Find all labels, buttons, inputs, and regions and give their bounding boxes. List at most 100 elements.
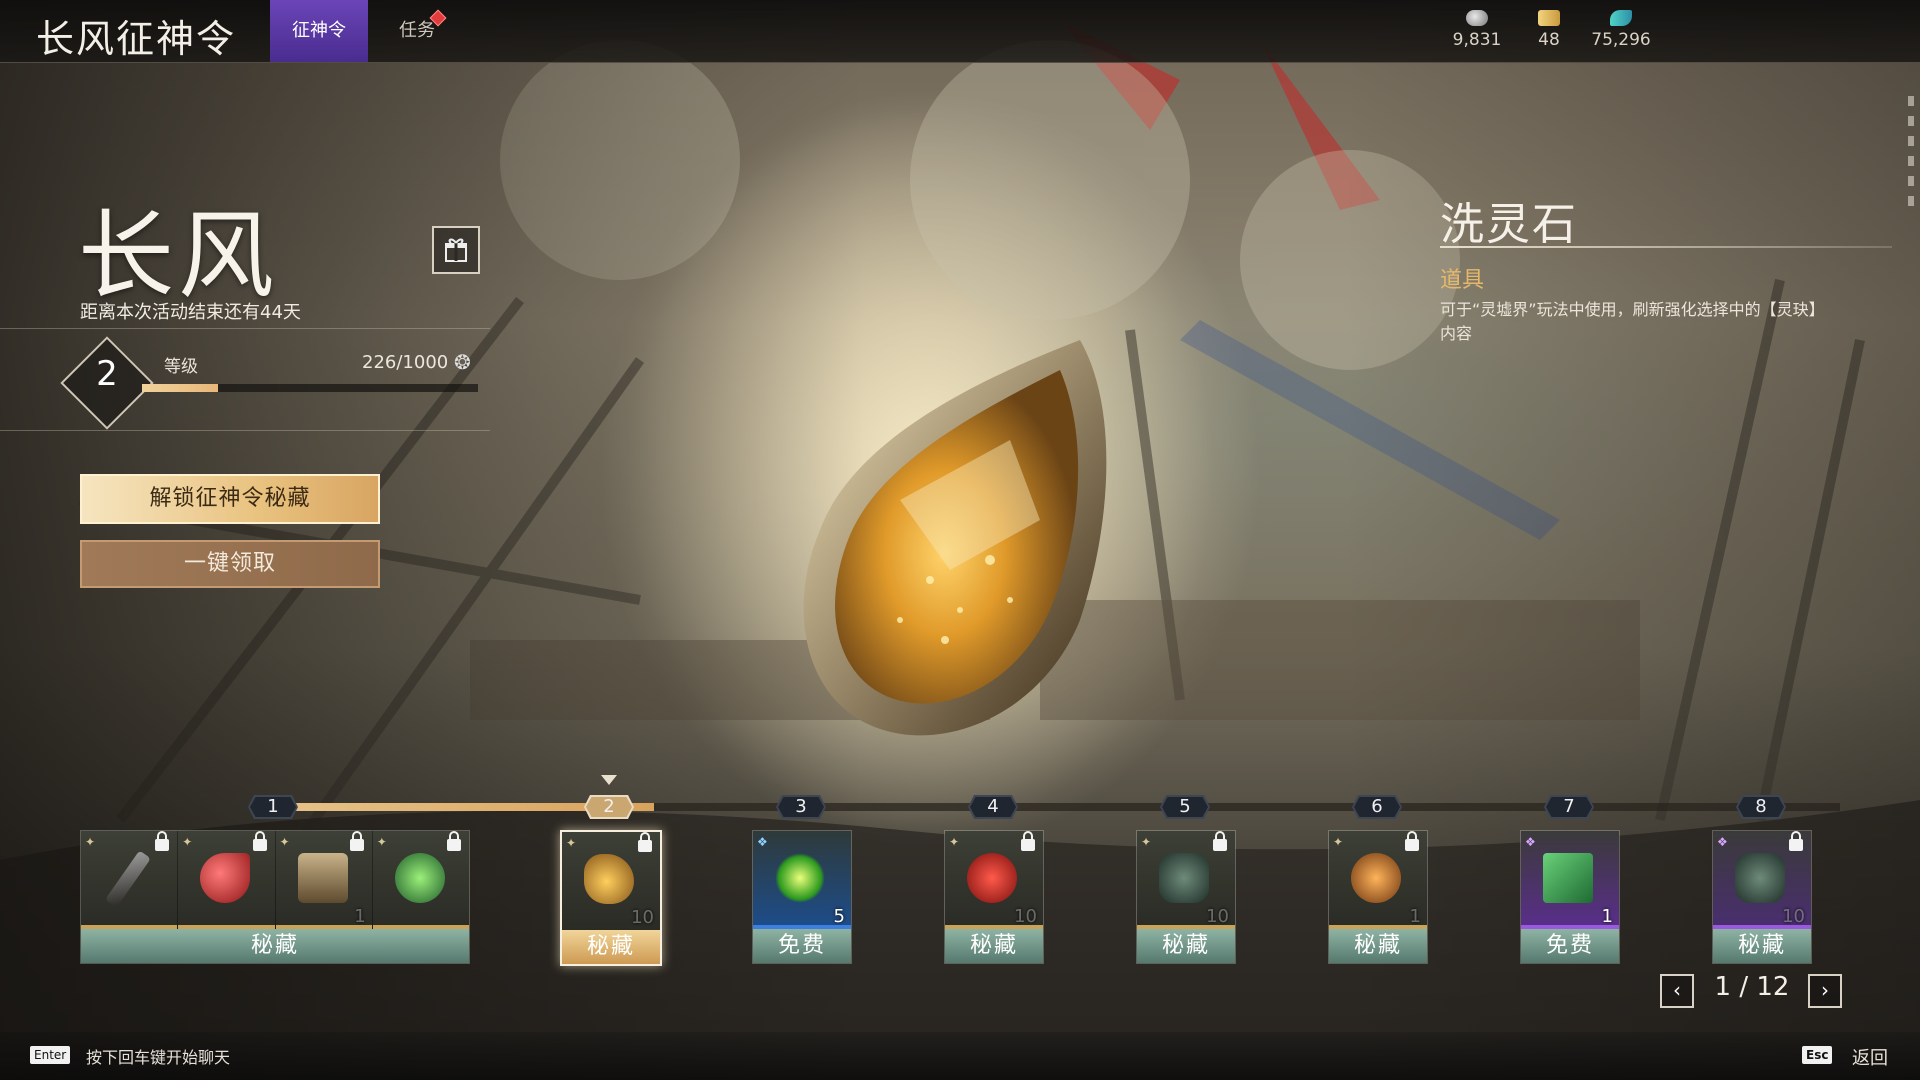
back-button[interactable]: 返回 (1852, 1044, 1888, 1070)
reward-item[interactable]: ❖ 10 (1713, 831, 1811, 929)
reward-item[interactable]: ✦ 10 (1137, 831, 1235, 929)
reward-slot[interactable]: ✦ 1 秘藏 (1328, 830, 1428, 964)
scroll-indicator[interactable] (1908, 96, 1914, 216)
lock-icon (447, 831, 461, 851)
premium-corner-icon: ✦ (1141, 835, 1152, 849)
level-number: 2 (96, 354, 118, 394)
premium-corner-icon: ✦ (182, 835, 193, 849)
currency-value: 75,296 (1591, 30, 1651, 50)
reward-slot[interactable]: ✦ 10 秘藏 (1136, 830, 1236, 964)
tab-tasks[interactable]: 任务 (392, 0, 442, 62)
enter-key-icon: Enter (30, 1046, 71, 1064)
divider (0, 328, 490, 329)
red-orb-icon (967, 853, 1017, 903)
divider (0, 430, 490, 431)
reward-item[interactable]: ✦ (81, 831, 179, 929)
event-countdown: 距离本次活动结束还有44天 (80, 302, 301, 323)
lock-icon (1021, 831, 1035, 851)
reward-item[interactable]: ✦ (372, 831, 469, 929)
item-type: 道具 (1440, 268, 1485, 293)
level-badge: 6 (1352, 795, 1402, 819)
level-badge: 8 (1736, 795, 1786, 819)
next-page-button[interactable]: › (1808, 974, 1842, 1008)
top-bar: 长风征神令 征神令 任务 9,831 48 75,296 (0, 0, 1920, 63)
page-indicator: 1 / 12 (1714, 972, 1790, 1002)
lock-icon (1405, 831, 1419, 851)
premium-corner-icon: ✦ (85, 835, 96, 849)
reward-tier-label: 秘藏 (1137, 929, 1235, 963)
featured-item-art (803, 340, 1107, 736)
item-quantity: 1 (1601, 906, 1613, 927)
reward-slot-selected[interactable]: ✦ 10 秘藏 (560, 830, 662, 966)
item-quantity: 1 (354, 906, 366, 927)
page-title: 长风征神令 (36, 17, 237, 61)
premium-corner-icon: ✦ (566, 836, 577, 850)
lock-icon (252, 831, 267, 851)
weapon-icon (105, 850, 151, 908)
reward-item[interactable]: ✦ 1 (275, 831, 373, 929)
currency-spirit-orb[interactable]: 9,831 (1442, 10, 1512, 50)
reward-item[interactable]: ❖ 5 (753, 831, 851, 929)
pass-name: 长风 (78, 200, 278, 312)
level-badge: 3 (776, 795, 826, 819)
level-badge: 7 (1544, 795, 1594, 819)
item-name-underline (1440, 246, 1892, 248)
lock-icon (155, 831, 170, 851)
xp-counter: 226/1000 (362, 352, 449, 373)
chevron-left-icon: ‹ (1673, 978, 1681, 1002)
currency-value: 48 (1538, 30, 1560, 50)
item-quantity: 10 (631, 907, 654, 928)
esc-key-icon: Esc (1802, 1046, 1833, 1064)
lock-icon (349, 831, 364, 851)
reward-item[interactable]: ✦ (178, 831, 276, 929)
item-quantity: 10 (1014, 906, 1037, 927)
chevron-right-icon: › (1821, 978, 1829, 1002)
lock-icon (1213, 831, 1227, 851)
gift-icon (445, 238, 467, 262)
item-quantity: 10 (1782, 906, 1805, 927)
dice-gem-icon (1735, 853, 1785, 903)
level-badge-current: 2 (584, 795, 634, 819)
xp-progress-fill (142, 384, 218, 392)
red-scale-icon (200, 853, 251, 903)
green-plant-icon (394, 853, 445, 903)
lock-icon (1789, 831, 1803, 851)
ticket-icon (1538, 10, 1560, 26)
reward-item[interactable]: ✦ 10 (945, 831, 1043, 929)
reward-item[interactable]: ✦ 1 (1329, 831, 1427, 929)
prev-page-button[interactable]: ‹ (1660, 974, 1694, 1008)
reward-slot[interactable]: ✦ ✦ ✦ 1 ✦ 秘藏 (80, 830, 470, 964)
level-badge: 1 (248, 795, 298, 819)
item-quantity: 5 (833, 906, 845, 927)
potion-icon (1351, 853, 1401, 903)
level-label: 等级 (164, 357, 198, 377)
dice-gem-icon (1159, 853, 1209, 903)
chest-icon (297, 853, 348, 903)
gift-button[interactable] (432, 226, 480, 274)
reward-slot[interactable]: ❖ 5 免费 (752, 830, 852, 964)
reward-slot[interactable]: ✦ 10 秘藏 (944, 830, 1044, 964)
reward-slot[interactable]: ❖ 10 秘藏 (1712, 830, 1812, 964)
reward-item[interactable]: ✦ 10 (562, 832, 660, 930)
premium-corner-icon: ✦ (949, 835, 960, 849)
spirit-orb-icon (1466, 10, 1488, 26)
premium-corner-icon: ✦ (376, 835, 387, 849)
currency-feather[interactable]: 75,296 (1586, 10, 1656, 50)
unlock-premium-button[interactable]: 解锁征神令秘藏 (80, 474, 380, 524)
level-badge: 5 (1160, 795, 1210, 819)
xp-progress-bar (142, 384, 478, 392)
chat-hint[interactable]: 按下回车键开始聊天 (86, 1044, 230, 1068)
reward-tier-label: 秘藏 (945, 929, 1043, 963)
green-energy-icon (775, 853, 825, 903)
claim-all-button[interactable]: 一键领取 (80, 540, 380, 588)
reward-tier-label: 秘藏 (81, 929, 469, 963)
reward-slot[interactable]: ❖ 1 免费 (1520, 830, 1620, 964)
lock-icon (638, 832, 652, 852)
epic-corner-icon: ❖ (1525, 835, 1536, 849)
currency-ticket[interactable]: 48 (1514, 10, 1584, 50)
footer-bar (0, 1032, 1920, 1080)
xp-emblem-icon: ❂ (454, 350, 471, 374)
tab-battle-pass[interactable]: 征神令 (270, 0, 368, 62)
reward-item[interactable]: ❖ 1 (1521, 831, 1619, 929)
item-quantity: 10 (1206, 906, 1229, 927)
